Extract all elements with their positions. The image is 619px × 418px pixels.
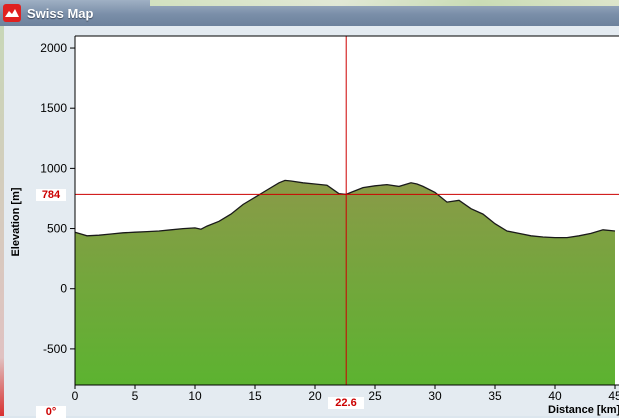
x-tick-label: 45 [608,389,619,403]
y-tick-label: 0 [60,282,67,296]
x-axis-label: Distance [km] [548,404,619,416]
y-tick-label: 1000 [40,161,67,175]
x-tick-label: 40 [548,389,562,403]
x-tick-label: 5 [132,389,139,403]
y-axis-label-box: Elevation [m] [6,180,26,270]
x-tick-label: 20 [308,389,322,403]
angle-readout: 0° [36,406,66,418]
x-tick-label: 35 [488,389,502,403]
distance-readout: 22.6 [328,397,364,409]
y-tick-label: 2000 [40,41,67,55]
y-axis-label: Elevation [m] [10,187,22,257]
x-tick-label: 15 [248,389,262,403]
x-tick-label: 0 [72,389,79,403]
x-tick-label: 10 [188,389,202,403]
y-tick-label: -500 [43,342,67,356]
elevation-readout: 784 [36,189,66,201]
elevation-chart[interactable]: -500 0 500 1000 1500 2000 0 5 10 15 20 25 30 35 40 45 [0,0,619,416]
x-tick-label: 25 [368,389,382,403]
y-tick-label: 1500 [40,101,67,115]
x-tick-label: 30 [428,389,442,403]
y-tick-label: 500 [47,222,67,236]
